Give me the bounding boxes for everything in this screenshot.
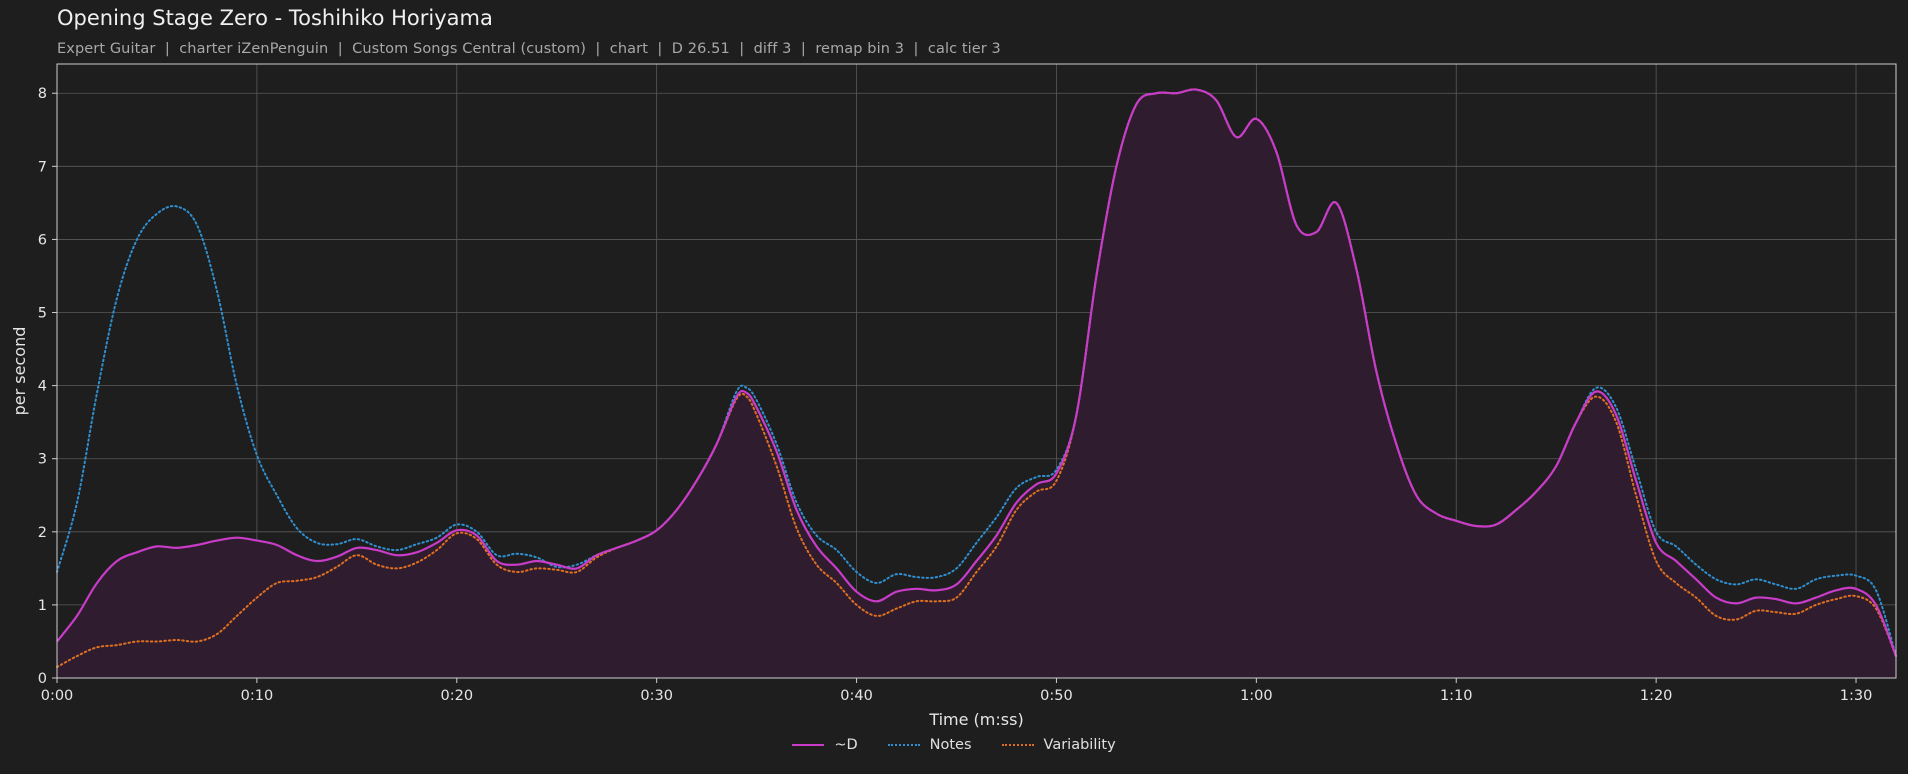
- y-axis-label: per second: [10, 327, 29, 416]
- x-tick-label: 0:30: [640, 688, 673, 704]
- y-tick-label: 7: [38, 159, 47, 175]
- y-tick-label: 6: [38, 232, 47, 248]
- line-chart: 0:00 0:10 0:20 0:30 0:40 0:50 1:00 1:10 1:20 1:30…: [10, 63, 1898, 729]
- y-axis: 0 1 2 3 4 5 6 7 8: [38, 86, 57, 687]
- legend-label: Notes: [929, 737, 972, 753]
- x-tick-label: 1:00: [1240, 688, 1273, 704]
- legend-item: ~D: [792, 737, 858, 753]
- legend-label: Variability: [1043, 737, 1116, 753]
- y-tick-label: 0: [38, 671, 47, 687]
- x-tick-label: 0:50: [1040, 688, 1073, 704]
- x-tick-label: 1:20: [1640, 688, 1673, 704]
- x-tick-label: 1:30: [1840, 688, 1873, 704]
- x-axis: 0:00 0:10 0:20 0:30 0:40 0:50 1:00 1:10 1:20 1:30: [41, 678, 1873, 704]
- legend-swatch: [1001, 744, 1034, 746]
- legend-swatch: [792, 744, 825, 746]
- x-tick-label: 0:00: [41, 688, 74, 704]
- y-tick-label: 5: [38, 306, 47, 322]
- x-tick-label: 0:40: [840, 688, 873, 704]
- legend-swatch: [887, 744, 920, 746]
- x-tick-label: 1:10: [1440, 688, 1473, 704]
- x-tick-label: 0:10: [241, 688, 274, 704]
- legend-item: Notes: [887, 737, 972, 753]
- legend-item: Variability: [1001, 737, 1116, 753]
- y-tick-label: 8: [38, 86, 47, 102]
- legend: ~D Notes Variability: [0, 737, 1908, 753]
- y-tick-label: 4: [38, 379, 47, 395]
- y-tick-label: 3: [38, 452, 47, 468]
- legend-label: ~D: [834, 737, 858, 753]
- x-axis-label: Time (m:ss): [928, 710, 1023, 729]
- y-tick-label: 2: [38, 525, 47, 541]
- area-fill-d: [57, 89, 1896, 679]
- y-tick-label: 1: [38, 598, 47, 614]
- x-tick-label: 0:20: [441, 688, 474, 704]
